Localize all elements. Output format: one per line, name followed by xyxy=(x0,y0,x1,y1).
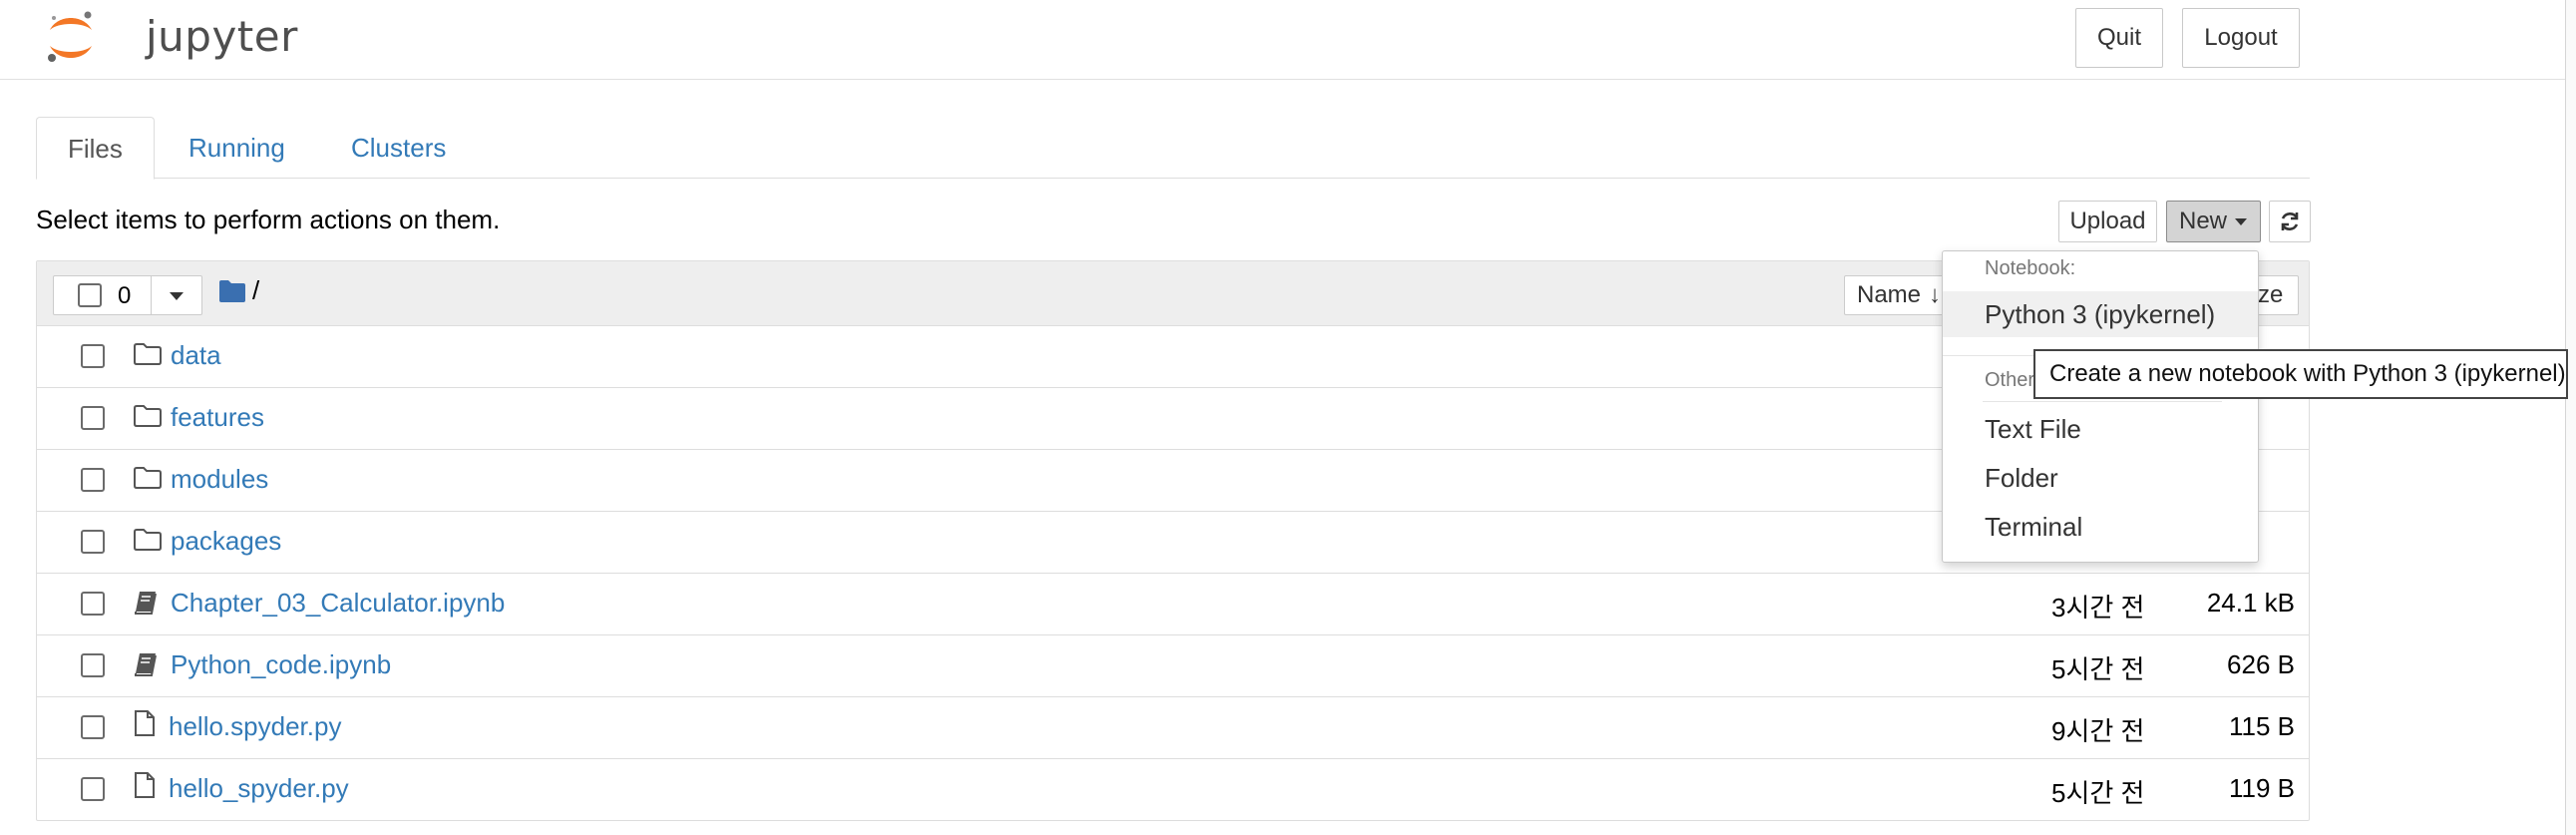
folder-icon xyxy=(134,405,162,427)
header-bar: jupyter Quit Logout xyxy=(0,0,2565,80)
select-menu-caret-icon[interactable] xyxy=(169,291,184,301)
selection-info-text: Select items to perform actions on them. xyxy=(36,205,501,234)
list-item[interactable]: hello_spyder.py 5시간 전 119 B xyxy=(37,759,2309,821)
tooltip: Create a new notebook with Python 3 (ipy… xyxy=(2033,349,2568,399)
list-item[interactable]: Python_code.ipynb 5시간 전 626 B xyxy=(37,635,2309,697)
file-name-link[interactable]: hello.spyder.py xyxy=(169,711,341,742)
menu-item-terminal[interactable]: Terminal xyxy=(1943,504,2258,550)
menu-item-python3-ipykernel[interactable]: Python 3 (ipykernel) xyxy=(1943,291,2258,337)
new-button[interactable]: New xyxy=(2166,201,2261,242)
row-checkbox[interactable] xyxy=(81,406,105,430)
sort-name-label: Name xyxy=(1857,281,1922,308)
file-icon xyxy=(135,710,155,736)
caret-down-icon xyxy=(2235,218,2247,225)
file-size: 119 B xyxy=(2228,773,2295,803)
file-size: 24.1 kB xyxy=(2206,588,2295,618)
select-all-group[interactable]: 0 xyxy=(53,275,202,315)
jupyter-logo-icon xyxy=(48,11,92,62)
file-name-link[interactable]: Chapter_03_Calculator.ipynb xyxy=(171,588,505,619)
divider xyxy=(151,276,152,314)
arrow-down-icon: ↓ xyxy=(1929,281,1941,308)
file-icon xyxy=(135,772,155,798)
modified-time: 5시간 전 xyxy=(2051,778,2145,808)
sort-by-name-button[interactable]: Name ↓ xyxy=(1844,275,1954,315)
tab-files[interactable]: Files xyxy=(36,117,155,180)
folder-root-icon[interactable] xyxy=(218,279,246,303)
row-checkbox[interactable] xyxy=(81,653,105,677)
notebook-icon xyxy=(135,592,157,615)
tab-clusters[interactable]: Clusters xyxy=(320,117,477,179)
row-checkbox[interactable] xyxy=(81,344,105,368)
other-section-header: Other xyxy=(1985,369,2035,391)
sort-size-label: ze xyxy=(2258,281,2284,308)
file-name-link[interactable]: Python_code.ipynb xyxy=(171,649,391,680)
upload-button[interactable]: Upload xyxy=(2058,201,2157,242)
row-checkbox[interactable] xyxy=(81,530,105,554)
row-checkbox[interactable] xyxy=(81,468,105,492)
new-dropdown-menu: Notebook: Python 3 (ipykernel) Other Tex… xyxy=(1942,250,2259,563)
logo-text: jupyter xyxy=(146,12,298,61)
menu-item-folder[interactable]: Folder xyxy=(1943,455,2258,501)
notebook-section-header: Notebook: xyxy=(1985,257,2076,279)
new-button-label: New xyxy=(2179,208,2228,234)
menu-divider xyxy=(1983,401,2222,402)
folder-icon xyxy=(134,343,162,365)
jupyter-logo[interactable]: jupyter xyxy=(44,8,297,68)
file-size: 115 B xyxy=(2228,711,2295,741)
row-checkbox[interactable] xyxy=(81,592,105,616)
modified-time: 9시간 전 xyxy=(2051,716,2145,746)
file-name-link[interactable]: features xyxy=(171,402,264,433)
select-all-checkbox[interactable] xyxy=(78,283,102,307)
notebook-icon xyxy=(135,653,157,676)
folder-icon xyxy=(134,467,162,489)
folder-icon xyxy=(134,529,162,551)
quit-button[interactable]: Quit xyxy=(2075,8,2163,68)
file-name-link[interactable]: hello_spyder.py xyxy=(169,773,349,804)
vertical-scrollbar[interactable] xyxy=(2565,0,2576,835)
breadcrumb-root[interactable]: / xyxy=(252,275,259,306)
modified-time: 5시간 전 xyxy=(2051,654,2145,684)
refresh-button[interactable] xyxy=(2269,201,2311,242)
row-checkbox[interactable] xyxy=(81,715,105,739)
list-item[interactable]: hello.spyder.py 9시간 전 115 B xyxy=(37,697,2309,759)
menu-item-text-file[interactable]: Text File xyxy=(1943,406,2258,452)
list-item[interactable]: Chapter_03_Calculator.ipynb 3시간 전 24.1 k… xyxy=(37,574,2309,635)
file-name-link[interactable]: modules xyxy=(171,464,268,495)
refresh-icon xyxy=(2281,212,2299,230)
file-name-link[interactable]: packages xyxy=(171,526,281,557)
file-name-link[interactable]: data xyxy=(171,340,221,371)
tab-running[interactable]: Running xyxy=(158,117,316,179)
logout-button[interactable]: Logout xyxy=(2182,8,2300,68)
selected-count: 0 xyxy=(118,282,132,309)
tab-bar: Files Running Clusters xyxy=(36,117,2310,180)
file-size: 626 B xyxy=(2227,649,2295,679)
row-checkbox[interactable] xyxy=(81,777,105,801)
modified-time: 3시간 전 xyxy=(2051,593,2145,623)
